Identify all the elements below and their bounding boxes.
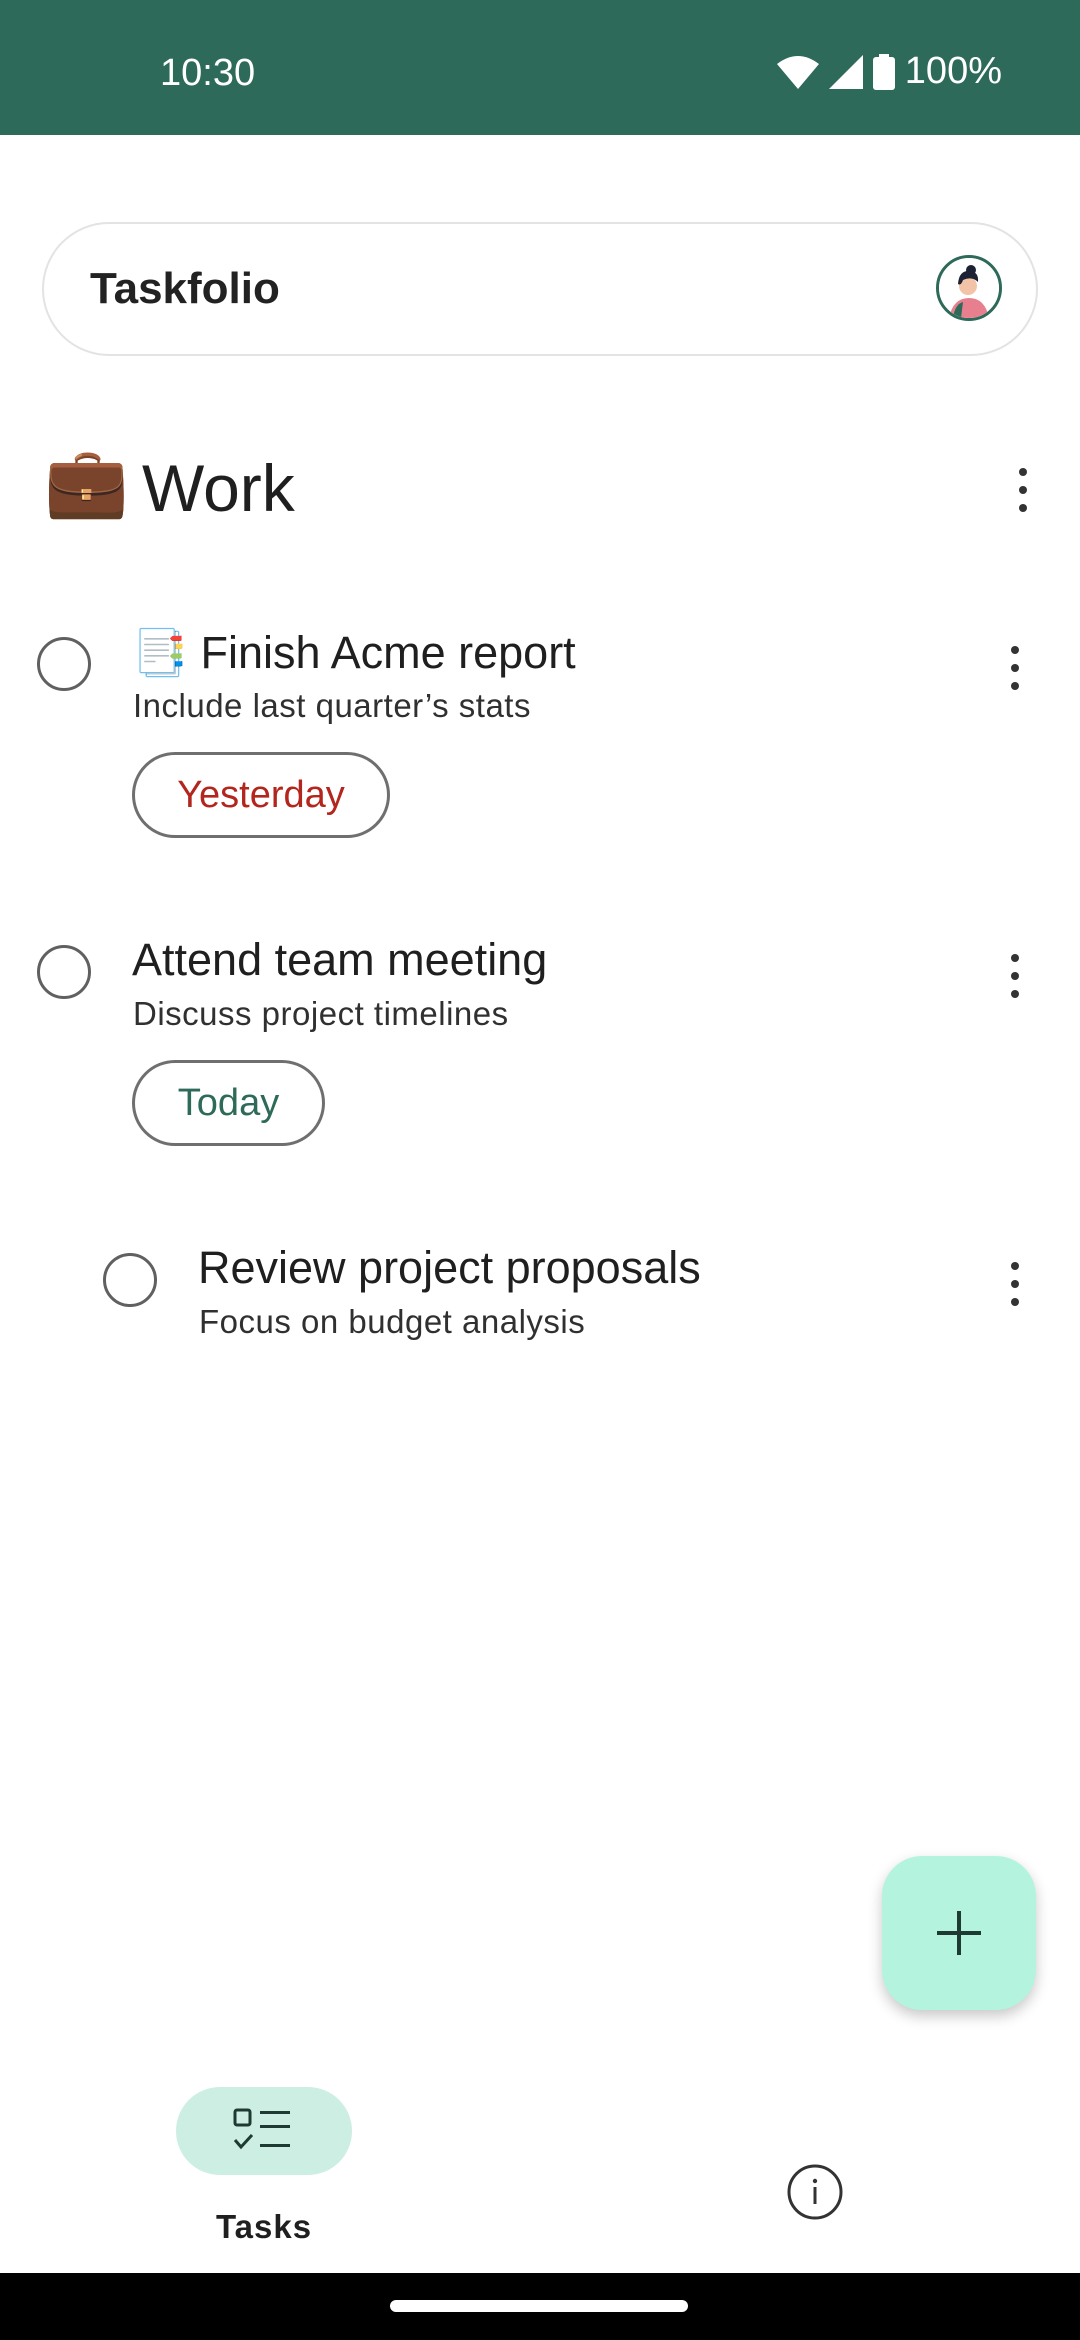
battery-percent: 100%: [904, 50, 1002, 92]
task-more-vert-icon[interactable]: [994, 946, 1034, 1006]
task-more-vert-icon[interactable]: [994, 638, 1034, 698]
task-more-vert-icon[interactable]: [994, 1254, 1034, 1314]
add-icon: [937, 1911, 981, 1955]
home-handle[interactable]: [390, 2300, 688, 2312]
signal-icon: [828, 54, 863, 89]
gesture-navigation-bar: [0, 2273, 1080, 2340]
list-more-vert-icon[interactable]: [1002, 460, 1042, 520]
nav-tasks-label: Tasks: [215, 2208, 313, 2245]
task-description: Focus on budget analysis: [199, 1303, 586, 1340]
list-header: 💼 Work: [44, 438, 1044, 538]
status-time: 10:30: [160, 52, 256, 94]
app-search-bar[interactable]: Taskfolio: [42, 222, 1038, 356]
task-title: 📑 Finish Acme report: [132, 627, 576, 678]
nav-tasks-button[interactable]: [176, 2087, 352, 2175]
task-checkbox[interactable]: [103, 1253, 157, 1307]
task-title: Review project proposals: [198, 1242, 701, 1293]
wifi-icon: [776, 55, 819, 89]
app-title: Taskfolio: [90, 264, 280, 313]
list-title: Work: [142, 451, 295, 525]
avatar[interactable]: [936, 255, 1002, 321]
task-description: Include last quarter’s stats: [133, 687, 531, 724]
checklist-icon: [233, 2108, 290, 2150]
status-icons: 100%: [776, 50, 1002, 93]
battery-icon: [872, 53, 895, 90]
task-title: Attend team meeting: [132, 934, 548, 985]
add-task-button[interactable]: [882, 1856, 1036, 2010]
document-icon: 📑: [132, 627, 189, 678]
task-checkbox[interactable]: [37, 637, 91, 691]
task-checkbox[interactable]: [37, 945, 91, 999]
task-description: Discuss project timelines: [133, 995, 509, 1032]
due-date-chip[interactable]: Yesterday: [132, 752, 390, 838]
due-date-chip[interactable]: Today: [132, 1060, 325, 1146]
status-bar: 10:30 100%: [0, 0, 1080, 135]
briefcase-icon: 💼: [44, 444, 129, 520]
bottom-navigation: Tasks: [0, 2050, 1080, 2273]
info-icon[interactable]: [786, 2163, 844, 2221]
